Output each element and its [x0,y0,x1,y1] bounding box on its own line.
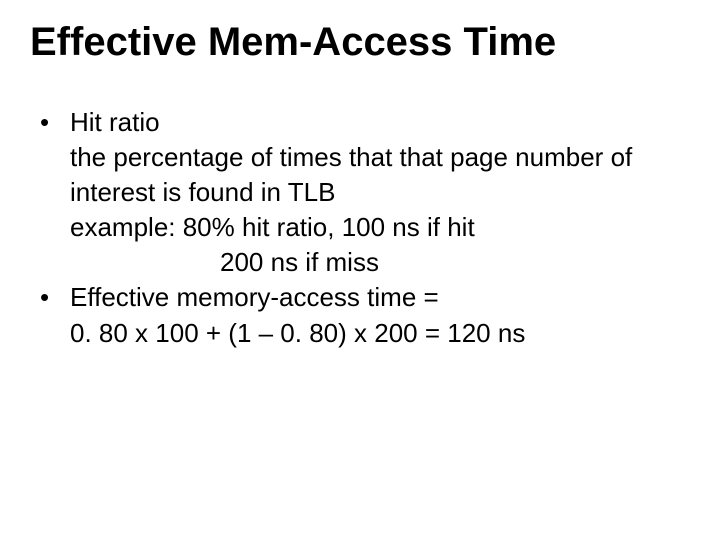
bullet-item-2: • Effective memory-access time = [40,280,690,315]
bullet-item-1: • Hit ratio [40,105,690,140]
bullet-2-line-1: 0. 80 x 100 + (1 – 0. 80) x 200 = 120 ns [70,316,690,351]
slide-content: • Hit ratio the percentage of times that… [40,105,690,351]
bullet-1-line-2: example: 80% hit ratio, 100 ns if hit [70,210,690,245]
bullet-1-line-3: 200 ns if miss [220,245,690,280]
bullet-marker: • [40,105,70,140]
slide-title: Effective Mem-Access Time [30,20,690,65]
bullet-2-label: Effective memory-access time = [70,280,690,315]
bullet-1-line-1: the percentage of times that that page n… [70,140,690,210]
bullet-marker: • [40,280,70,315]
bullet-1-label: Hit ratio [70,105,690,140]
